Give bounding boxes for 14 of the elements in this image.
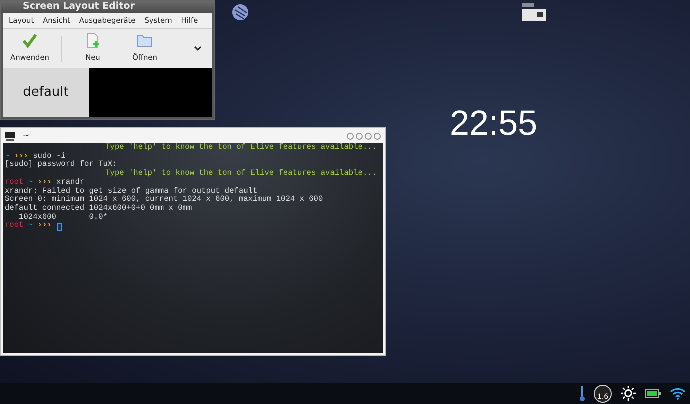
computer-icon <box>5 132 15 140</box>
screen-output[interactable]: default <box>3 68 89 117</box>
window-title: Screen Layout Editor <box>1 1 214 13</box>
checkmark-icon <box>22 33 38 50</box>
folder-icon <box>137 33 153 50</box>
battery-icon[interactable] <box>645 389 661 398</box>
window-icon <box>522 2 547 22</box>
wifi-icon[interactable] <box>670 388 686 400</box>
window-title: ~ <box>23 130 30 142</box>
chevron-down-icon[interactable] <box>194 46 202 52</box>
new-document-icon <box>85 33 101 50</box>
sun-icon[interactable] <box>621 386 636 401</box>
thermometer-icon[interactable] <box>580 386 585 402</box>
clock: 22:55 <box>450 103 538 145</box>
